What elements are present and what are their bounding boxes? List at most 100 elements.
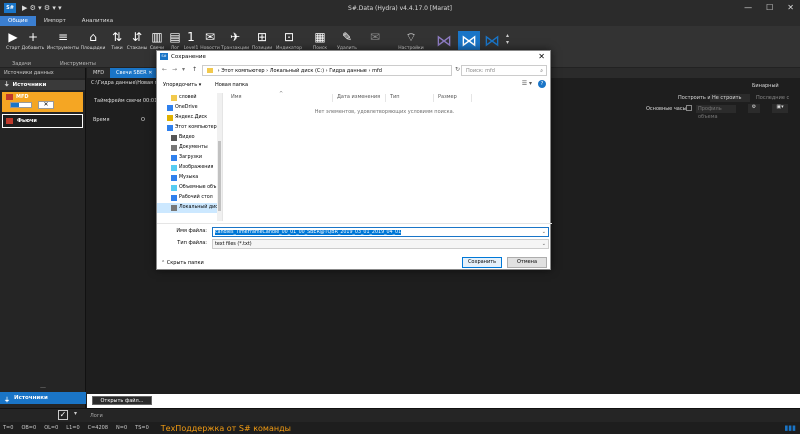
filetype-label: Тип файла: (177, 240, 207, 246)
dialog-title: Сохранение (171, 54, 206, 60)
nav-item-videos[interactable]: Видео (157, 133, 222, 143)
nav-item-local-disk[interactable]: Локальный дис (157, 203, 222, 213)
tab-candles-sber[interactable]: Свечи SBER ✕ (110, 68, 159, 78)
status-bar: T=0 OB=0 OL=0 L1=0 C=4208 N=0 TS=0 ТехПо… (0, 422, 800, 434)
chevron-down-icon[interactable]: ▾ (74, 410, 77, 417)
wifi-icon: ⌔ (405, 30, 417, 44)
check-icon[interactable]: ✓ (58, 410, 68, 420)
support-link[interactable]: ТехПоддержка от S# команды (161, 424, 291, 433)
save-dialog: S# Сохранение ✕ ← → ▾ ↑ › Этот компьютер… (156, 50, 552, 270)
instruments-button[interactable]: ≡ Инструменты (47, 29, 79, 59)
main-hours-checkbox[interactable] (686, 105, 692, 111)
source-toggle[interactable] (10, 102, 32, 108)
plus-icon: + (27, 30, 39, 44)
status-orderlog: OL=0 (44, 425, 59, 431)
nav-item-yandex-disk[interactable]: Яндекс.Диск (157, 113, 222, 123)
filename-input[interactable]: candles_TimeFrameCandle_00_01_00_SBER@TQ… (212, 227, 549, 237)
ticks-icon: ⇅ (111, 30, 123, 44)
tab-mfd[interactable]: MFD (87, 68, 110, 78)
splitter-handle[interactable]: — (40, 384, 46, 391)
folder-icon (207, 68, 213, 73)
navigation-scrollbar[interactable] (217, 93, 222, 221)
download-icon (171, 155, 177, 161)
volume-profile-input[interactable]: Профиль объема (696, 105, 736, 120)
navigation-pane: словей OneDrive Яндекс.Диск Этот компьют… (157, 93, 223, 221)
nav-item-3d-objects[interactable]: Объемные объ (157, 183, 222, 193)
tab-general[interactable]: Общие (0, 16, 36, 26)
nav-item-downloads[interactable]: Загрузки (157, 153, 222, 163)
close-icon[interactable]: ✕ (538, 51, 545, 63)
close-icon[interactable]: ✕ (787, 3, 794, 12)
help-icon[interactable]: ? (538, 80, 546, 88)
indicator-icon: ⊡ (283, 30, 295, 44)
computer-icon (167, 125, 173, 131)
source-icon (6, 94, 13, 100)
column-type[interactable]: Тип (390, 94, 400, 100)
document-icon (171, 145, 177, 151)
data-sources-panel: Источники данных ⏚ Источники MFD ✕ Фьючи … (0, 68, 86, 408)
save-button[interactable]: Сохранить (462, 257, 502, 268)
video-icon (171, 135, 177, 141)
source-card-mfd[interactable]: MFD ✕ (2, 92, 83, 112)
chevron-down-icon[interactable]: ▴ ▾ (506, 32, 509, 46)
column-name[interactable]: Имя (231, 94, 242, 100)
app-logo: S# (4, 3, 16, 13)
log-bar (0, 408, 800, 422)
back-icon[interactable]: ← (162, 66, 167, 73)
tab-analytics[interactable]: Аналитика (74, 16, 121, 26)
forward-icon[interactable]: → (172, 66, 177, 73)
disk-icon (167, 115, 173, 121)
search-input[interactable]: Поиск: mfd ⌕ (461, 65, 547, 76)
open-file-button[interactable]: Открыть файл... (92, 396, 152, 405)
group-label-tasks: Задачи (12, 61, 31, 67)
close-icon[interactable]: ✕ (148, 70, 152, 76)
nav-item-documents[interactable]: Документы (157, 143, 222, 153)
nav-item-desktop[interactable]: Рабочий стол (157, 193, 222, 203)
play-icon: ▶ (8, 30, 18, 44)
chevron-down-icon[interactable]: ⌄ (542, 240, 546, 249)
positions-icon: ⊞ (256, 30, 268, 44)
sources-bottom-tab[interactable]: ⏚ Источники (0, 392, 86, 404)
minimize-icon[interactable]: — (744, 3, 752, 12)
column-time[interactable]: Время (93, 117, 109, 123)
exchanges-button[interactable]: ⌂ Площадки (80, 29, 106, 59)
column-size[interactable]: Размер (438, 94, 457, 100)
status-candles: C=4208 (87, 425, 109, 431)
visual-studio-icon[interactable]: ⋈ (436, 31, 454, 51)
nav-item-music[interactable]: Музыка (157, 173, 222, 183)
new-folder-button[interactable]: Новая папка (215, 79, 248, 91)
up-icon[interactable]: ↑ (192, 66, 197, 73)
visual-studio-icon[interactable]: ⋈ (484, 31, 502, 51)
tab-import[interactable]: Импорт (36, 16, 74, 26)
maximize-icon[interactable]: ☐ (766, 3, 773, 12)
view-icon[interactable]: ☰ ▾ (522, 80, 532, 87)
sort-arrow-icon: ^ (279, 91, 284, 97)
title-bar: S# ▶ ⚙ ▾ ⚙ ▾ ▾ S#.Data (Hydra) v4.4.17.0… (0, 0, 800, 16)
refresh-icon[interactable]: ↻ (455, 66, 460, 73)
source-card-futures[interactable]: Фьючи (2, 114, 83, 128)
column-date-modified[interactable]: Дата изменения (337, 94, 380, 100)
build-from-select[interactable]: Не строить (710, 94, 750, 102)
gear-icon[interactable]: ⚙ (748, 104, 760, 113)
hide-folders-toggle[interactable]: ⌃ Скрыть папки (161, 260, 204, 266)
nav-item-onedrive[interactable]: OneDrive (157, 103, 222, 113)
column-open[interactable]: O (141, 117, 145, 123)
organize-button[interactable]: Упорядочить ▾ (163, 79, 201, 91)
remove-source-button[interactable]: ✕ (38, 101, 54, 109)
quick-access-toolbar[interactable]: ▶ ⚙ ▾ ⚙ ▾ ▾ (22, 4, 62, 12)
timeframe-label: Таймфрейм свечи 00:01:00 (94, 98, 166, 104)
chevron-down-icon[interactable]: ⌄ (542, 228, 546, 236)
chevron-down-icon[interactable]: ▾ (182, 66, 185, 73)
nav-item-folder[interactable]: словей (157, 93, 222, 103)
nav-item-pictures[interactable]: Изображения (157, 163, 222, 173)
nav-item-this-pc[interactable]: Этот компьютер (157, 123, 222, 133)
save-icon[interactable]: ▣▾ (772, 104, 788, 113)
address-bar[interactable]: › Этот компьютер › Локальный диск (C:) ›… (202, 65, 452, 76)
cancel-button[interactable]: Отмена (507, 257, 547, 268)
add-button[interactable]: + Добавить (20, 29, 46, 59)
filetype-select[interactable]: text files (*.txt) ⌄ (212, 239, 549, 249)
sources-group[interactable]: ⏚ Источники (0, 80, 85, 90)
status-news: N=0 (116, 425, 128, 431)
status-level1: L1=0 (66, 425, 80, 431)
format-select[interactable]: Бинарный (752, 83, 779, 89)
